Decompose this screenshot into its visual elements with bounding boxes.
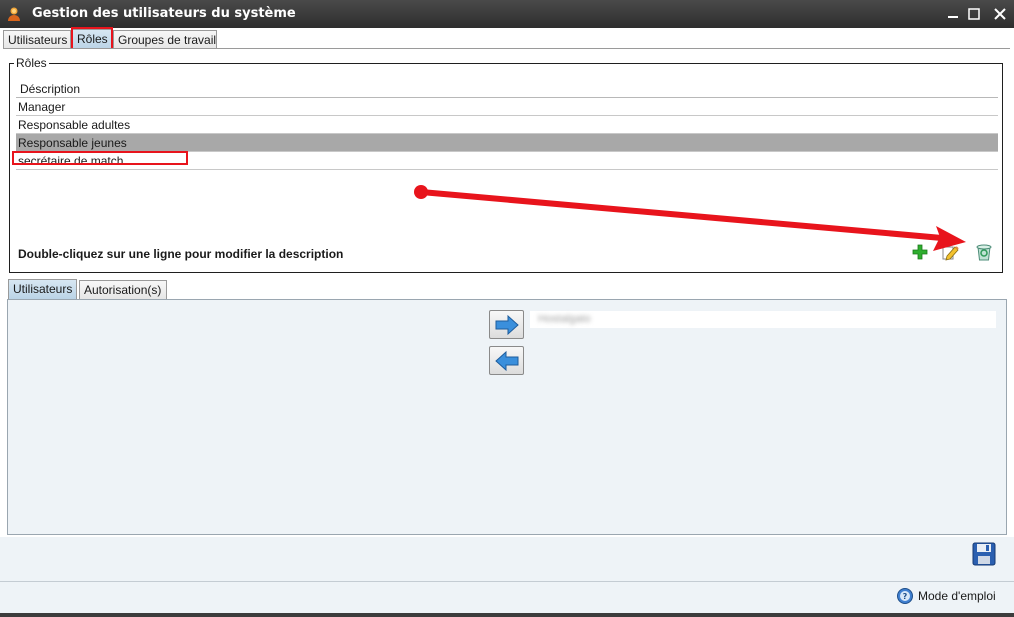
help-label[interactable]: Mode d'emploi bbox=[918, 589, 996, 603]
svg-text:?: ? bbox=[903, 592, 908, 601]
table-row[interactable]: Responsable adultes bbox=[16, 116, 998, 134]
table-row[interactable]: secrétaire de match bbox=[16, 152, 998, 170]
tab-utilisateurs[interactable]: Utilisateurs bbox=[3, 30, 71, 49]
close-icon[interactable] bbox=[991, 5, 1009, 23]
roles-grid[interactable]: Déscription Manager Responsable adultes … bbox=[12, 78, 998, 170]
list-item[interactable]: Hostalgato bbox=[538, 313, 591, 325]
window-bottom-edge bbox=[0, 613, 1014, 617]
tab-utilisateurs-lower[interactable]: Utilisateurs bbox=[8, 279, 77, 300]
add-icon[interactable] bbox=[910, 242, 930, 262]
tab-roles[interactable]: Rôles bbox=[72, 29, 112, 50]
roles-tab-panel: Rôles Déscription Manager Responsable ad… bbox=[3, 48, 1010, 276]
delete-icon[interactable] bbox=[974, 242, 994, 262]
arrow-left-icon bbox=[495, 350, 519, 372]
hint-text: Double-cliquez sur une ligne pour modifi… bbox=[18, 247, 344, 261]
footer: ? Mode d'emploi bbox=[0, 537, 1014, 613]
window-body: Utilisateurs Rôles Groupes de travail Rô… bbox=[0, 27, 1014, 613]
title-bar[interactable]: Gestion des utilisateurs du système bbox=[0, 0, 1014, 28]
window-title: Gestion des utilisateurs du système bbox=[32, 6, 296, 21]
roles-groupbox: Rôles Déscription Manager Responsable ad… bbox=[9, 56, 1003, 273]
arrow-right-icon bbox=[495, 314, 519, 336]
edit-icon[interactable] bbox=[940, 242, 960, 262]
help-icon: ? bbox=[897, 588, 913, 604]
users-icon bbox=[6, 6, 22, 22]
users-assignment-panel: Hostalgato bbox=[7, 299, 1007, 535]
tab-groupes-de-travail[interactable]: Groupes de travail bbox=[113, 30, 217, 49]
save-icon[interactable] bbox=[972, 542, 996, 566]
assigned-users-list[interactable]: Hostalgato bbox=[530, 311, 996, 328]
table-row-selected[interactable]: Responsable jeunes bbox=[16, 134, 998, 152]
assign-user-button[interactable] bbox=[489, 310, 524, 339]
minimize-icon[interactable] bbox=[944, 5, 962, 23]
roles-legend: Rôles bbox=[14, 56, 49, 70]
maximize-icon[interactable] bbox=[965, 5, 983, 23]
tab-autorisations[interactable]: Autorisation(s) bbox=[79, 280, 167, 299]
column-header-description[interactable]: Déscription bbox=[16, 78, 998, 98]
table-row[interactable]: Manager bbox=[16, 98, 998, 116]
unassign-user-button[interactable] bbox=[489, 346, 524, 375]
footer-divider bbox=[0, 581, 1014, 582]
